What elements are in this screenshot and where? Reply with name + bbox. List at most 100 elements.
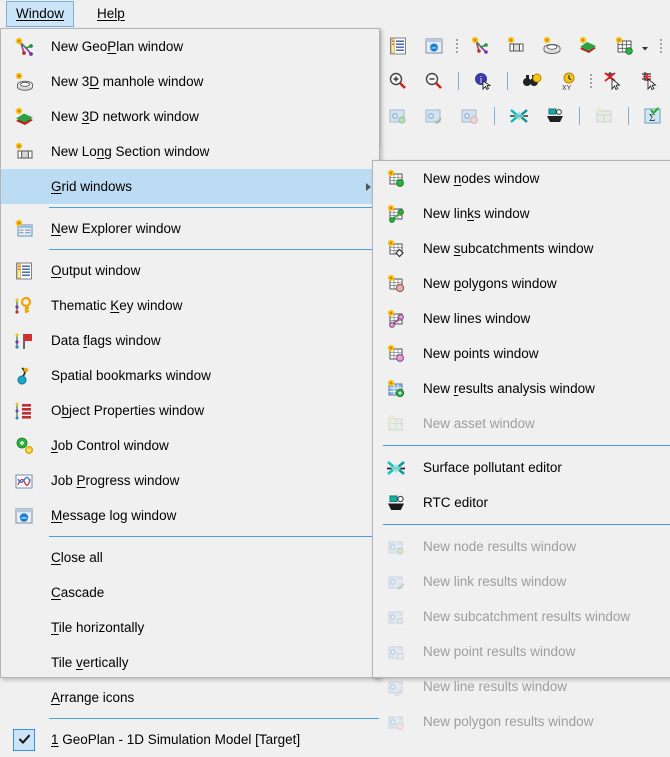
new-link-results-window-icon [381, 571, 411, 593]
new-geoplan-window-icon[interactable] [469, 35, 491, 57]
menu-item-new-nodes-window[interactable]: New nodes window [373, 161, 670, 196]
menu-item-job-control-window[interactable]: Job Control window [1, 428, 379, 463]
menu-item-new-node-results-window[interactable]: New node results window [373, 529, 670, 564]
menu-item-spatial-bookmarks-window[interactable]: Spatial bookmarks window [1, 358, 379, 393]
menu-item-new-subcatchment-results-window[interactable]: New subcatchment results window [373, 599, 670, 634]
menu-item-output-window[interactable]: Output window [1, 253, 379, 288]
menu-item-label: Output window [51, 263, 141, 278]
chevron-down-icon[interactable] [640, 41, 650, 51]
no-icon [9, 617, 39, 639]
menu-item-new-points-window[interactable]: New points window [373, 336, 670, 371]
output-window-icon[interactable] [387, 35, 409, 57]
svg-text:XY: XY [562, 85, 572, 92]
menu-item-data-flags-window[interactable]: Data flags window [1, 323, 379, 358]
menu-item-new-subcatchments-window[interactable]: New subcatchments window [373, 231, 670, 266]
menubar-help-label: Help [97, 6, 125, 21]
menu-item-new-line-results-window[interactable]: New line results window [373, 669, 670, 704]
new-3d-network-window-icon[interactable] [577, 35, 599, 57]
new-results-analysis-window-icon [381, 378, 411, 400]
select-info-icon[interactable]: i [472, 70, 494, 92]
node-results-icon[interactable] [387, 105, 409, 127]
menubar-help[interactable]: Help [88, 2, 134, 26]
menu-item-new-3d-manhole-window[interactable]: New 3D manhole window [1, 64, 379, 99]
new-long-section-window-icon[interactable] [505, 35, 527, 57]
menu-item-arrange-icons[interactable]: Arrange icons [1, 680, 379, 715]
menu-item-surface-pollutant-editor[interactable]: Surface pollutant editor [373, 450, 670, 485]
menu-item-label: Spatial bookmarks window [51, 368, 211, 383]
menu-item-label: Close all [51, 550, 103, 565]
menu-item-job-progress-window[interactable]: Job Progress window [1, 463, 379, 498]
find-xy-icon[interactable]: XY [557, 70, 579, 92]
dots-separator [659, 36, 663, 56]
subcatchment-results-icon[interactable] [459, 105, 481, 127]
new-3d-manhole-window-icon[interactable] [541, 35, 563, 57]
menu-item-label: New polygons window [423, 276, 557, 291]
deselect-icon[interactable] [603, 70, 625, 92]
menu-item-label: New GeoPlan window [51, 39, 184, 54]
menu-item-new-polygon-results-window[interactable]: New polygon results window [373, 704, 670, 739]
toolbar-row-1 [380, 28, 666, 63]
menu-item-label: New node results window [423, 539, 577, 554]
menu-item-new-lines-window[interactable]: New lines window [373, 301, 670, 336]
menubar-window[interactable]: Window [6, 1, 75, 27]
menu-item-grid-windows[interactable]: Grid windows [1, 169, 379, 204]
zoom-out-icon[interactable] [423, 70, 445, 92]
menu-item-new-results-analysis-window[interactable]: New results analysis window [373, 371, 670, 406]
rtc-editor-icon[interactable] [544, 105, 566, 127]
menu-item-label: Tile horizontally [51, 620, 145, 635]
surface-pollutant-editor-icon[interactable] [508, 105, 530, 127]
link-results-icon[interactable] [423, 105, 445, 127]
menu-item-label: New point results window [423, 644, 576, 659]
find-binoculars-icon[interactable] [521, 70, 543, 92]
menu-item-new-polygons-window[interactable]: New polygons window [373, 266, 670, 301]
menu-separator [49, 536, 379, 537]
grid-windows-submenu: New nodes window New links window New su… [372, 160, 670, 730]
menu-item-label: New Long Section window [51, 144, 210, 159]
menu-separator [383, 445, 670, 446]
new-subcatchments-window-icon [381, 238, 411, 260]
menu-item-close-all[interactable]: Close all [1, 540, 379, 575]
job-control-window-icon [9, 435, 39, 457]
menu-item-label: Job Progress window [51, 473, 180, 488]
job-progress-window-icon [9, 470, 39, 492]
new-grid-window-icon[interactable] [613, 35, 635, 57]
bar-separator [507, 71, 508, 90]
menu-item-new-links-window[interactable]: New links window [373, 196, 670, 231]
menu-item-new-point-results-window[interactable]: New point results window [373, 634, 670, 669]
menu-item-label: Job Control window [51, 438, 169, 453]
menu-item-cascade[interactable]: Cascade [1, 575, 379, 610]
menu-item-object-properties-window[interactable]: Object Properties window [1, 393, 379, 428]
window-menu: New GeoPlan window New 3D manhole window… [0, 28, 380, 751]
menu-item-geoplan-1d-simulation-model[interactable]: 1 GeoPlan - 1D Simulation Model [Target] [1, 722, 379, 757]
sum-statistics-icon[interactable]: Σ [642, 105, 664, 127]
menu-item-tile-horizontally[interactable]: Tile horizontally [1, 610, 379, 645]
menu-item-new-asset-window[interactable]: New asset window [373, 406, 670, 441]
menu-separator [49, 207, 379, 208]
asset-window-icon[interactable] [593, 105, 615, 127]
zoom-in-icon[interactable] [387, 70, 409, 92]
new-3d-manhole-window-icon [9, 71, 39, 93]
menu-item-new-link-results-window[interactable]: New link results window [373, 564, 670, 599]
menu-item-rtc-editor[interactable]: RTC editor [373, 485, 670, 520]
new-line-results-window-icon [381, 676, 411, 698]
toolbar-row-3: Σ [380, 98, 670, 133]
menu-item-thematic-key-window[interactable]: Thematic Key window [1, 288, 379, 323]
menu-item-label: RTC editor [423, 495, 489, 510]
invert-selection-icon[interactable] [639, 70, 661, 92]
menu-item-label: Object Properties window [51, 403, 205, 418]
menu-item-message-log-window[interactable]: Message log window [1, 498, 379, 533]
menu-item-label: Grid windows [51, 179, 133, 194]
menu-item-tile-vertically[interactable]: Tile vertically [1, 645, 379, 680]
menu-item-label: Thematic Key window [51, 298, 183, 313]
menu-item-new-3d-network-window[interactable]: New 3D network window [1, 99, 379, 134]
message-log-window-icon[interactable] [423, 35, 445, 57]
menu-item-new-geoplan-window[interactable]: New GeoPlan window [1, 29, 379, 64]
thematic-key-window-icon [9, 295, 39, 317]
menu-item-label: New line results window [423, 679, 568, 694]
data-flags-window-icon [9, 330, 39, 352]
menu-item-label: New lines window [423, 311, 531, 326]
menu-item-new-explorer-window[interactable]: New Explorer window [1, 211, 379, 246]
menu-item-new-long-section-window[interactable]: New Long Section window [1, 134, 379, 169]
new-asset-window-icon [381, 413, 411, 435]
menu-item-label: New points window [423, 346, 539, 361]
